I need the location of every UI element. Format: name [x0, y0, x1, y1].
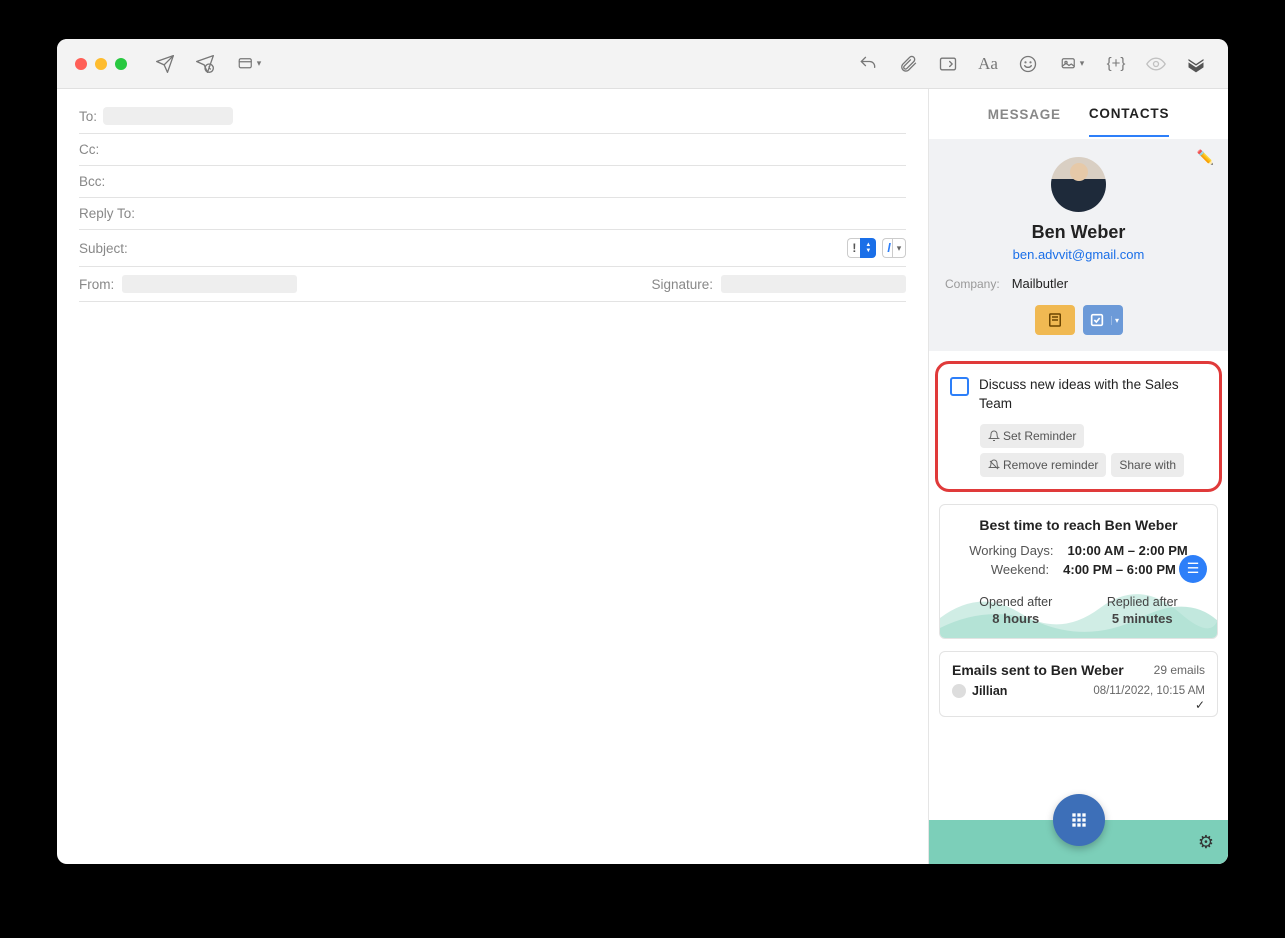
remove-reminder-button[interactable]: Remove reminder: [980, 453, 1106, 477]
subject-field[interactable]: Subject: !▲▼ //▾: [79, 230, 906, 267]
company-label: Company:: [945, 277, 1000, 291]
contact-name: Ben Weber: [941, 222, 1216, 243]
sidebar-panel: MESSAGE CONTACTS ✏️ Ben Weber ben.advvit…: [928, 89, 1228, 864]
tab-contacts[interactable]: CONTACTS: [1089, 92, 1169, 137]
send-button[interactable]: [151, 50, 179, 78]
details-button[interactable]: ☰: [1179, 555, 1207, 583]
cc-field[interactable]: Cc:: [79, 134, 906, 166]
contact-email[interactable]: ben.advvit@gmail.com: [941, 247, 1216, 262]
cc-label: Cc:: [79, 142, 99, 157]
signature-label: Signature:: [651, 277, 713, 292]
best-time-title: Best time to reach Ben Weber: [952, 517, 1205, 533]
task-item-highlighted: Discuss new ideas with the Sales Team Se…: [935, 361, 1222, 492]
emoji-button[interactable]: [1014, 50, 1042, 78]
content-area: To: Cc: Bcc: Reply To: Subject: !▲▼ //▾ …: [57, 89, 1228, 864]
template-button[interactable]: {+}: [1102, 50, 1130, 78]
send-later-button[interactable]: [191, 50, 219, 78]
sender-avatar: [952, 684, 966, 698]
emails-sent-card: Emails sent to Ben Weber 29 emails Jilli…: [939, 651, 1218, 717]
task-checkbox[interactable]: [950, 377, 969, 396]
compose-pane: To: Cc: Bcc: Reply To: Subject: !▲▼ //▾ …: [57, 89, 928, 864]
working-days-value: 10:00 AM – 2:00 PM: [1068, 543, 1188, 558]
subject-label: Subject:: [79, 241, 128, 256]
markup-button[interactable]: [934, 50, 962, 78]
from-signature-row: From: Signature:: [79, 267, 906, 302]
reply-to-field[interactable]: Reply To:: [79, 198, 906, 230]
zoom-window-button[interactable]: [115, 58, 127, 70]
emails-title: Emails sent to Ben Weber: [952, 662, 1124, 678]
read-receipt-selector[interactable]: //▾: [882, 238, 906, 258]
sidebar-tabs: MESSAGE CONTACTS: [929, 89, 1228, 139]
settings-button[interactable]: ⚙: [1198, 832, 1214, 853]
contact-tool-tabs: ▾: [941, 305, 1216, 335]
replied-stat: Replied after5 minutes: [1107, 595, 1178, 626]
email-date: 08/11/2022, 10:15 AM: [1093, 685, 1205, 697]
photo-browser-button[interactable]: ▾: [1054, 50, 1090, 78]
apps-fab-button[interactable]: [1053, 794, 1105, 846]
format-button[interactable]: Aa: [974, 50, 1002, 78]
weekend-label: Weekend:: [981, 562, 1049, 577]
share-with-button[interactable]: Share with: [1111, 453, 1184, 477]
email-list-item[interactable]: Jillian 08/11/2022, 10:15 AM: [952, 684, 1205, 698]
company-value: Mailbutler: [1012, 276, 1068, 291]
mailbutler-button[interactable]: [1182, 50, 1210, 78]
bcc-label: Bcc:: [79, 174, 105, 189]
contact-avatar: [1051, 157, 1106, 212]
close-window-button[interactable]: [75, 58, 87, 70]
to-label: To:: [79, 109, 97, 124]
tracking-button[interactable]: [1142, 50, 1170, 78]
emails-count: 29 emails: [1154, 663, 1205, 677]
reply-button[interactable]: [854, 50, 882, 78]
set-reminder-button[interactable]: Set Reminder: [980, 424, 1084, 448]
edit-contact-button[interactable]: ✏️: [1197, 149, 1214, 166]
window-toolbar: ▾ Aa ▾ {+}: [57, 39, 1228, 89]
tasks-tab-button[interactable]: ▾: [1083, 305, 1123, 335]
weekend-value: 4:00 PM – 6:00 PM: [1063, 562, 1176, 577]
opened-stat: Opened after8 hours: [979, 595, 1052, 626]
email-sender: Jillian: [972, 684, 1007, 698]
tab-message[interactable]: MESSAGE: [988, 93, 1061, 136]
reply-to-label: Reply To:: [79, 206, 135, 221]
to-value: [103, 107, 233, 125]
task-description: Discuss new ideas with the Sales Team: [979, 376, 1207, 414]
from-label: From:: [79, 277, 114, 292]
to-field[interactable]: To:: [79, 99, 906, 134]
header-fields-button[interactable]: ▾: [231, 50, 267, 78]
contact-header: ✏️ Ben Weber ben.advvit@gmail.com Compan…: [929, 139, 1228, 351]
working-days-label: Working Days:: [969, 543, 1053, 558]
attach-button[interactable]: [894, 50, 922, 78]
priority-selector[interactable]: !▲▼: [847, 238, 876, 258]
minimize-window-button[interactable]: [95, 58, 107, 70]
compose-window: ▾ Aa ▾ {+} To: Cc: Bcc: Reply To: Subjec…: [57, 39, 1228, 864]
best-time-card: Best time to reach Ben Weber Working Day…: [939, 504, 1218, 639]
email-status-check-icon: ✓: [1195, 698, 1205, 712]
bcc-field[interactable]: Bcc:: [79, 166, 906, 198]
signature-selector[interactable]: [721, 275, 906, 293]
from-selector[interactable]: [122, 275, 297, 293]
traffic-lights: [75, 58, 127, 70]
notes-tab-button[interactable]: [1035, 305, 1075, 335]
